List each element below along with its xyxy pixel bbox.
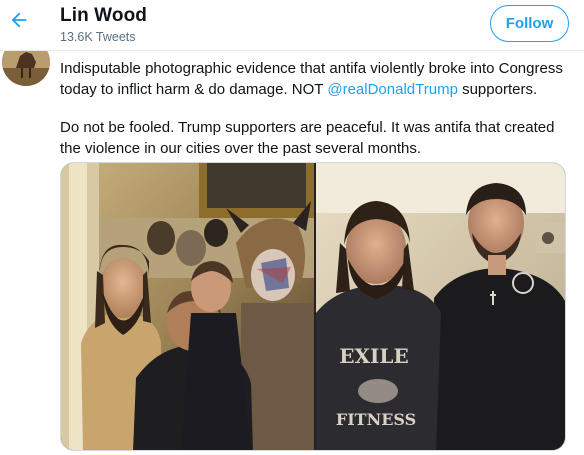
back-button[interactable] (6, 9, 32, 35)
tweet-paragraph-2: Do not be fooled. Trump supporters are p… (60, 119, 555, 157)
mention-link[interactable]: @realDonaldTrump (327, 81, 458, 98)
tweet-text-suffix: supporters. (457, 81, 538, 98)
photo-two-men[interactable]: EXILE FITNESS (316, 163, 565, 450)
tweet-media: EXILE FITNESS (60, 162, 566, 451)
photo-capitol-crowd[interactable] (61, 163, 314, 450)
profile-name: Lin Wood (60, 5, 147, 26)
tweet-count: 13.6K Tweets (60, 30, 136, 44)
arrow-left-icon (8, 9, 30, 36)
shirt-text-fitness: FITNESS (336, 410, 416, 429)
tweet-paragraph-1: Indisputable photographic evidence that … (60, 58, 575, 100)
profile-header: Lin Wood 13.6K Tweets Follow (0, 0, 584, 51)
tweet-page: Lin Wood 13.6K Tweets Follow Indisputabl… (0, 0, 584, 455)
follow-button[interactable]: Follow (490, 5, 569, 42)
shirt-text-exile: EXILE (339, 344, 408, 368)
tweet-text: Indisputable photographic evidence that … (60, 58, 575, 159)
